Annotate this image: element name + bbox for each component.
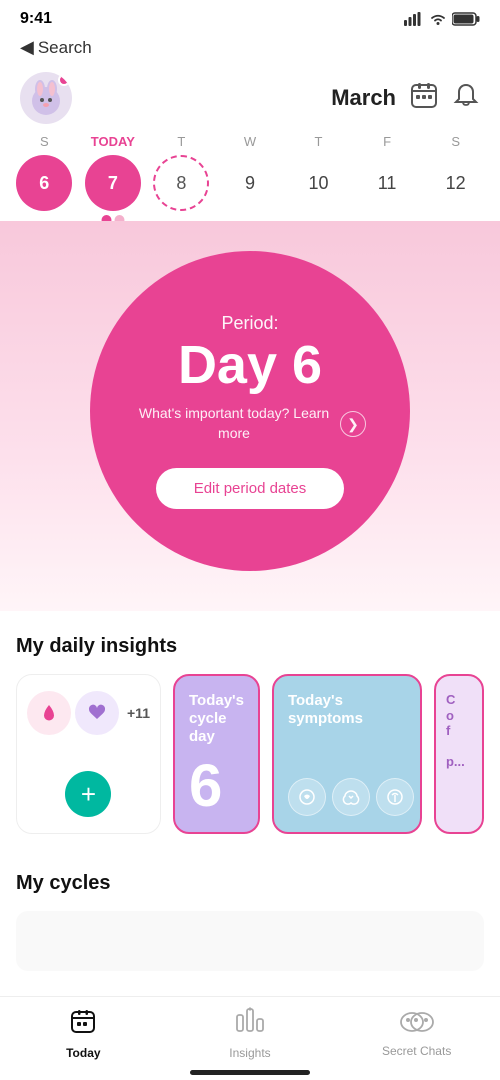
back-arrow-icon: ◀ — [20, 37, 34, 58]
period-label: Period: — [221, 313, 278, 334]
nav-secret-chats-label: Secret Chats — [382, 1044, 451, 1058]
insights-section: My daily insights +11 + Today' — [0, 611, 500, 852]
status-time: 9:41 — [20, 10, 52, 28]
day-numbers-row: 6 7 8 9 10 11 12 — [10, 155, 490, 211]
today-nav-icon — [69, 1007, 97, 1042]
day-label-fri: F — [359, 134, 415, 149]
signal-icon — [404, 12, 424, 26]
cycles-preview — [16, 911, 484, 971]
partial-card[interactable]: Cofp... — [434, 674, 484, 834]
secret-chats-nav-icon — [400, 1009, 434, 1040]
symptom-icon-1 — [288, 778, 326, 816]
header-right: March — [331, 81, 480, 116]
symptom-icons-row — [288, 778, 414, 816]
cycles-title: My cycles — [16, 872, 484, 895]
calendar-day-6[interactable]: 6 — [16, 155, 72, 211]
cycles-section: My cycles — [0, 852, 500, 981]
status-icons — [404, 12, 480, 26]
nav-bar: ◀ Search — [0, 33, 500, 66]
blood-drop-icon — [27, 691, 71, 735]
learn-more-button[interactable]: ❯ — [340, 411, 366, 437]
plus-count-label: +11 — [127, 705, 150, 721]
day-number: Day 6 — [178, 338, 322, 392]
day-labels-row: S TODAY T W T F S — [10, 134, 490, 149]
heart-icon — [75, 691, 119, 735]
nav-secret-chats[interactable]: Secret Chats — [377, 1009, 457, 1058]
wifi-icon — [429, 12, 447, 26]
add-icons-card[interactable]: +11 + — [16, 674, 161, 834]
header: March — [0, 66, 500, 134]
avatar[interactable] — [20, 72, 72, 124]
nav-insights-label: Insights — [229, 1046, 270, 1060]
add-log-button[interactable]: + — [65, 771, 111, 817]
day-label-tue: T — [153, 134, 209, 149]
calendar-day-12[interactable]: 12 — [428, 155, 484, 211]
nav-today[interactable]: Today — [43, 1007, 123, 1060]
symptoms-label: Today's symptoms — [288, 692, 406, 728]
back-label: Search — [38, 38, 92, 58]
circle-area: Period: Day 6 What's important today? Le… — [0, 221, 500, 611]
day-label-sun: S — [16, 134, 72, 149]
insights-cards-row: +11 + Today's cycle day 6 Today's sympto… — [16, 674, 484, 842]
cycle-day-card[interactable]: Today's cycle day 6 — [173, 674, 260, 834]
home-indicator — [190, 1070, 310, 1075]
card-icons-row: +11 — [27, 691, 150, 735]
calendar-day-11[interactable]: 11 — [359, 155, 415, 211]
day-label-thu: T — [291, 134, 347, 149]
learn-more-section: What's important today? Learn more ❯ — [134, 404, 366, 443]
avatar-notification-dot — [58, 74, 70, 86]
symptom-icon-3 — [376, 778, 414, 816]
day-label-sat: S — [428, 134, 484, 149]
partial-card-label: Cofp... — [446, 692, 465, 770]
status-bar: 9:41 — [0, 0, 500, 33]
calendar-day-7-today[interactable]: 7 — [85, 155, 141, 211]
nav-today-label: Today — [66, 1046, 100, 1060]
calendar-day-10[interactable]: 10 — [291, 155, 347, 211]
notification-bell-icon[interactable] — [452, 81, 480, 116]
calendar-day-9[interactable]: 9 — [222, 155, 278, 211]
cycle-day-label: Today's cycle day — [189, 692, 244, 746]
symptoms-card[interactable]: Today's symptoms — [272, 674, 422, 834]
calendar-icon[interactable] — [410, 81, 438, 116]
calendar-day-8[interactable]: 8 — [153, 155, 209, 211]
nav-insights[interactable]: Insights — [210, 1007, 290, 1060]
edit-period-dates-button[interactable]: Edit period dates — [156, 468, 345, 509]
bottom-nav: Today Insights Secret Chats — [0, 996, 500, 1080]
calendar-strip: S TODAY T W T F S 6 7 8 9 10 11 12 — [0, 134, 500, 221]
symptom-icon-2 — [332, 778, 370, 816]
main-circle: Period: Day 6 What's important today? Le… — [90, 251, 410, 571]
month-label: March — [331, 85, 396, 111]
back-button[interactable]: ◀ Search — [20, 37, 92, 58]
learn-more-text: What's important today? Learn more — [134, 404, 334, 443]
insights-title: My daily insights — [16, 635, 484, 658]
cycle-day-number: 6 — [189, 756, 222, 816]
battery-icon — [452, 12, 480, 26]
day-label-today: TODAY — [85, 134, 141, 149]
day-label-wed: W — [222, 134, 278, 149]
insights-nav-icon — [235, 1007, 265, 1042]
